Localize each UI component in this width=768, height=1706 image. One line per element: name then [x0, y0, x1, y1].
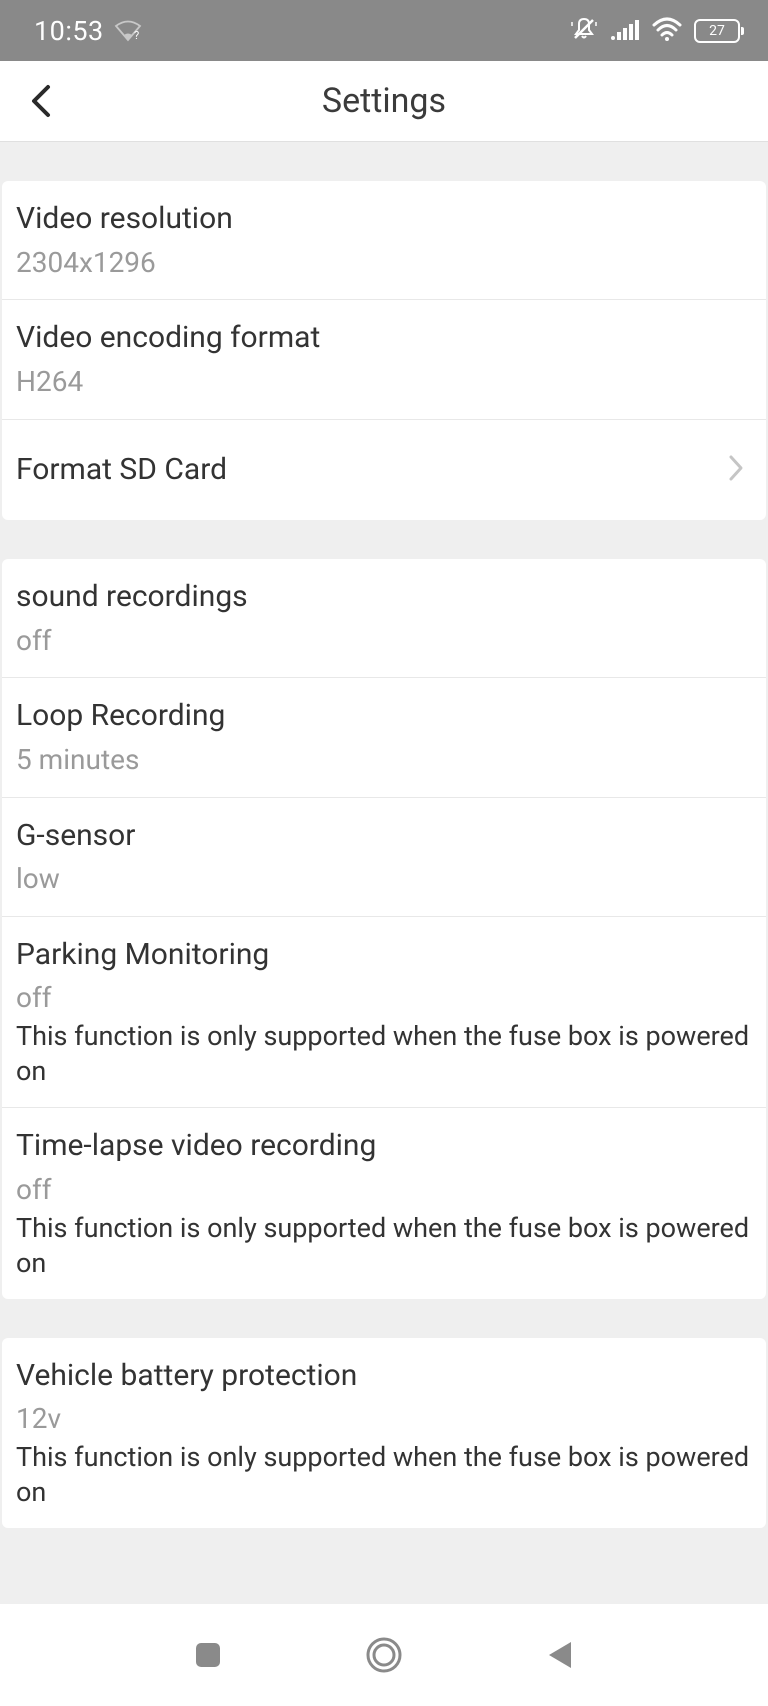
setting-title: sound recordings [16, 577, 752, 618]
setting-title: G-sensor [16, 816, 752, 857]
setting-value: off [16, 979, 752, 1017]
setting-title: Video resolution [16, 199, 752, 240]
signal-icon [610, 18, 640, 44]
triangle-left-icon [545, 1639, 575, 1671]
setting-time-lapse[interactable]: Time-lapse video recording off This func… [2, 1108, 766, 1298]
setting-format-sd-card[interactable]: Format SD Card [2, 420, 766, 521]
home-button[interactable] [354, 1625, 414, 1685]
setting-value: H264 [16, 363, 752, 401]
setting-video-encoding[interactable]: Video encoding format H264 [2, 300, 766, 419]
battery-icon: 27 [694, 19, 740, 43]
status-left: 10:53 ? [34, 15, 142, 47]
setting-video-resolution[interactable]: Video resolution 2304x1296 [2, 181, 766, 300]
setting-value: low [16, 860, 752, 898]
chevron-left-icon [30, 83, 52, 119]
recent-apps-button[interactable] [178, 1625, 238, 1685]
header: Settings [0, 61, 768, 142]
setting-title: Video encoding format [16, 318, 752, 359]
setting-parking-monitoring[interactable]: Parking Monitoring off This function is … [2, 917, 766, 1108]
page-title: Settings [0, 81, 768, 121]
setting-title: Parking Monitoring [16, 935, 752, 976]
setting-loop-recording[interactable]: Loop Recording 5 minutes [2, 678, 766, 797]
section-gap [0, 1299, 768, 1338]
setting-desc: This function is only supported when the… [16, 1019, 752, 1089]
section-video: Video resolution 2304x1296 Video encodin… [2, 181, 766, 520]
status-time: 10:53 [34, 15, 104, 47]
section-power: Vehicle battery protection 12v This func… [2, 1338, 766, 1528]
setting-value: 2304x1296 [16, 244, 752, 282]
setting-title: Loop Recording [16, 696, 752, 737]
section-gap [0, 520, 768, 559]
navigation-bar [0, 1604, 768, 1706]
mute-icon [570, 16, 598, 46]
setting-sound-recordings[interactable]: sound recordings off [2, 559, 766, 678]
setting-value: 5 minutes [16, 741, 752, 779]
back-nav-button[interactable] [530, 1625, 590, 1685]
wifi-icon [652, 17, 682, 45]
setting-title: Format SD Card [16, 450, 227, 491]
setting-desc: This function is only supported when the… [16, 1440, 752, 1510]
setting-value: 12v [16, 1400, 752, 1438]
chevron-right-icon [728, 454, 744, 486]
setting-value: off [16, 1171, 752, 1209]
setting-g-sensor[interactable]: G-sensor low [2, 798, 766, 917]
setting-value: off [16, 622, 752, 660]
circle-icon [365, 1636, 403, 1674]
setting-vehicle-battery[interactable]: Vehicle battery protection 12v This func… [2, 1338, 766, 1528]
wifi-weak-icon: ? [114, 20, 142, 42]
square-icon [193, 1640, 223, 1670]
status-bar: 10:53 ? [0, 0, 768, 61]
setting-desc: This function is only supported when the… [16, 1211, 752, 1281]
section-recording: sound recordings off Loop Recording 5 mi… [2, 559, 766, 1299]
section-gap [0, 142, 768, 181]
setting-title: Time-lapse video recording [16, 1126, 752, 1167]
svg-text:?: ? [134, 29, 139, 42]
setting-title: Vehicle battery protection [16, 1356, 752, 1397]
status-right: 27 [570, 16, 740, 46]
battery-level: 27 [709, 23, 725, 39]
back-button[interactable] [16, 76, 66, 126]
